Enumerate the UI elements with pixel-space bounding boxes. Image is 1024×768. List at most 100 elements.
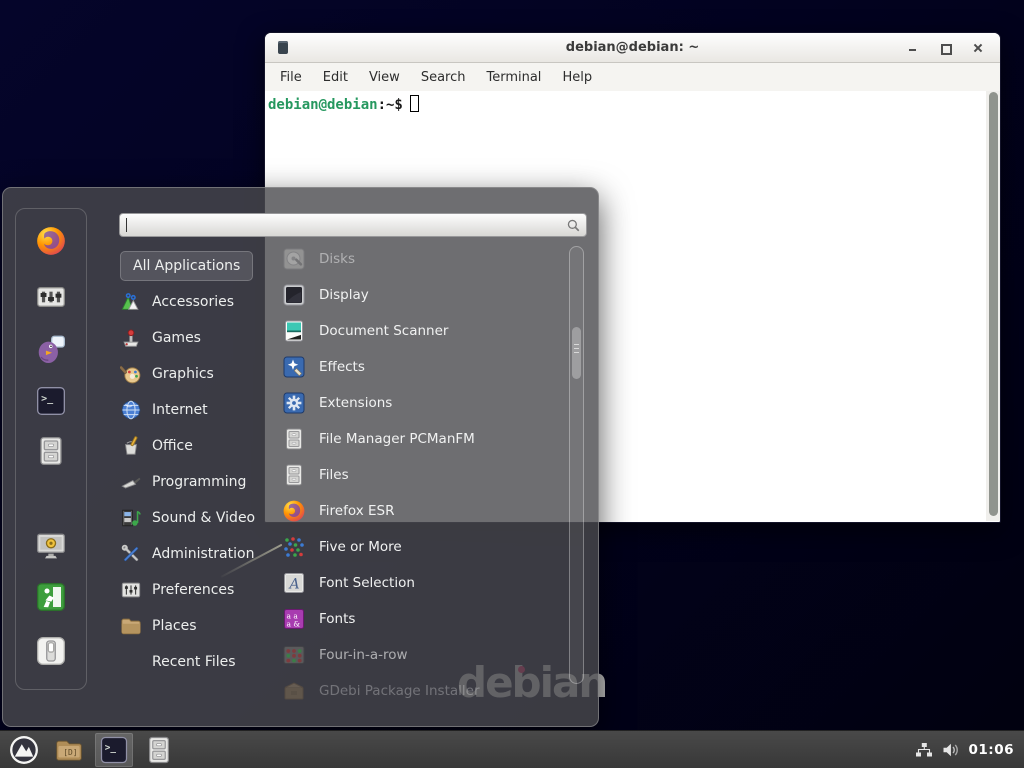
terminal-scrollbar-thumb[interactable] [989, 92, 998, 516]
graphics-icon [120, 363, 142, 385]
places-icon [120, 615, 142, 637]
category-games[interactable]: Games [120, 320, 280, 356]
clock[interactable]: 01:06 [969, 742, 1014, 758]
terminal-scrollbar[interactable] [986, 91, 1000, 521]
network-icon[interactable] [915, 742, 933, 758]
app-five-or-more[interactable]: Five or More [282, 529, 562, 565]
taskbar-file-manager-button[interactable]: [D] [50, 733, 88, 767]
app-firefox-esr[interactable]: Firefox ESR [282, 493, 562, 529]
internet-icon [120, 399, 142, 421]
menu-view[interactable]: View [369, 70, 400, 85]
menu-edit[interactable]: Edit [323, 70, 348, 85]
file-cabinet-icon [144, 735, 174, 765]
app-four-in-a-row[interactable]: Four-in-a-row [282, 637, 562, 673]
pidgin-icon [35, 333, 67, 365]
svg-text:a &: a & [287, 620, 301, 629]
app-label: Four-in-a-row [319, 647, 408, 663]
category-all-applications[interactable]: All Applications [120, 251, 253, 281]
minimize-button[interactable] [905, 41, 919, 55]
app-label: Effects [319, 359, 365, 375]
favorites-column: >_ [15, 208, 87, 690]
app-gdebi-package-installer[interactable]: GDebi Package Installer [282, 673, 562, 709]
search-icon [566, 218, 581, 233]
taskbar-menu-button[interactable] [5, 733, 43, 767]
category-preferences[interactable]: Preferences [120, 572, 280, 608]
app-font-selection[interactable]: AFont Selection [282, 565, 562, 601]
category-recent-files[interactable]: Recent Files [120, 644, 280, 680]
administration-icon [120, 543, 142, 565]
category-label: Administration [152, 546, 254, 562]
category-internet[interactable]: Internet [120, 392, 280, 428]
menu-search[interactable]: Search [421, 70, 466, 85]
category-programming[interactable]: Programming [120, 464, 280, 500]
terminal-titlebar[interactable]: debian@debian: ~ [265, 33, 1000, 63]
programming-icon [120, 471, 142, 493]
category-sound-video[interactable]: Sound & Video [120, 500, 280, 536]
favorite-pidgin[interactable] [33, 331, 69, 367]
prompt-path-symbol: :~$ [378, 97, 403, 113]
favorite-shutdown[interactable] [33, 633, 69, 669]
terminal-title: debian@debian: ~ [265, 40, 1000, 55]
favorite-control-panel[interactable] [33, 279, 69, 315]
application-list-scrollbar-thumb[interactable] [572, 327, 581, 379]
app-fonts[interactable]: a aa &Fonts [282, 601, 562, 637]
volume-icon[interactable] [942, 742, 960, 758]
app-extensions[interactable]: Extensions [282, 385, 562, 421]
office-icon [120, 435, 142, 457]
accessories-icon [120, 291, 142, 313]
taskbar-terminal-button[interactable]: >_ [95, 733, 133, 767]
category-accessories[interactable]: Accessories [120, 284, 280, 320]
fonts-icon: a aa & [282, 607, 306, 631]
favorite-firefox[interactable] [33, 223, 69, 259]
favorite-terminal[interactable]: >_ [33, 383, 69, 419]
app-label: Files [319, 467, 349, 483]
category-places[interactable]: Places [120, 608, 280, 644]
gdebi-icon [282, 679, 306, 703]
taskbar-files-button[interactable] [140, 733, 178, 767]
category-label: Accessories [152, 294, 234, 310]
control-panel-icon [35, 281, 67, 313]
close-button[interactable] [971, 41, 985, 55]
logout-icon [35, 581, 67, 613]
app-file-manager-pcmanfm[interactable]: File Manager PCManFM [282, 421, 562, 457]
application-list-scrollbar[interactable] [569, 246, 584, 684]
category-administration[interactable]: Administration [120, 536, 280, 572]
disks-icon [282, 247, 306, 271]
category-label: Graphics [152, 366, 214, 382]
menu-file[interactable]: File [280, 70, 302, 85]
category-graphics[interactable]: Graphics [120, 356, 280, 392]
file-cabinet-icon [282, 463, 306, 487]
maximize-button[interactable] [938, 41, 952, 55]
svg-text:A: A [288, 577, 300, 593]
application-menu: >_ All Applications Accessories Games Graph… [2, 187, 599, 727]
category-label: Programming [152, 474, 246, 490]
svg-text:[D]: [D] [63, 747, 77, 756]
app-label: GDebi Package Installer [319, 683, 480, 699]
games-icon [120, 327, 142, 349]
category-label: Sound & Video [152, 510, 255, 526]
app-files[interactable]: Files [282, 457, 562, 493]
favorite-logout[interactable] [33, 579, 69, 615]
app-effects[interactable]: Effects [282, 349, 562, 385]
favorite-lock-screen[interactable] [33, 527, 69, 563]
terminal-icon: >_ [35, 385, 67, 417]
app-display[interactable]: Display [282, 277, 562, 313]
search-box[interactable] [119, 213, 587, 237]
app-disks[interactable]: Disks [282, 241, 562, 277]
menu-terminal[interactable]: Terminal [486, 70, 541, 85]
category-office[interactable]: Office [120, 428, 280, 464]
lock-screen-icon [35, 529, 67, 561]
taskbar: [D] >_ 01:06 [0, 730, 1024, 768]
app-document-scanner[interactable]: Document Scanner [282, 313, 562, 349]
taskbar-launchers: [D] >_ [0, 731, 178, 768]
effects-icon [282, 355, 306, 379]
prompt-line: debian@debian:~$ [265, 91, 1000, 113]
favorite-file-cabinet[interactable] [33, 433, 69, 469]
app-label: Display [319, 287, 369, 303]
menu-help[interactable]: Help [562, 70, 592, 85]
preferences-icon [120, 579, 142, 601]
five-or-more-icon [282, 535, 306, 559]
sound-video-icon [120, 507, 142, 529]
category-label: Preferences [152, 582, 234, 598]
app-label: Firefox ESR [319, 503, 394, 519]
